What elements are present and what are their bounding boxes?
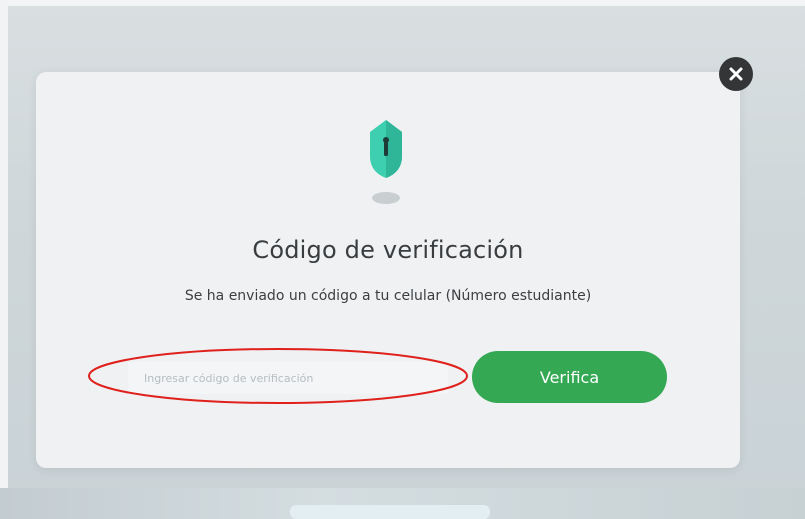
shield-icon (370, 120, 402, 204)
verify-button[interactable]: Verifica (472, 351, 667, 403)
close-icon (729, 67, 743, 81)
backdrop-top-edge (0, 0, 805, 6)
verification-code-input[interactable] (128, 362, 448, 394)
dialog-title: Código de verificación (252, 236, 524, 264)
backdrop-left-edge (0, 0, 8, 519)
dialog-subtitle: Se ha enviado un código a tu celular (Nú… (184, 288, 592, 304)
close-button[interactable] (719, 57, 753, 91)
backdrop-glow (290, 505, 490, 519)
